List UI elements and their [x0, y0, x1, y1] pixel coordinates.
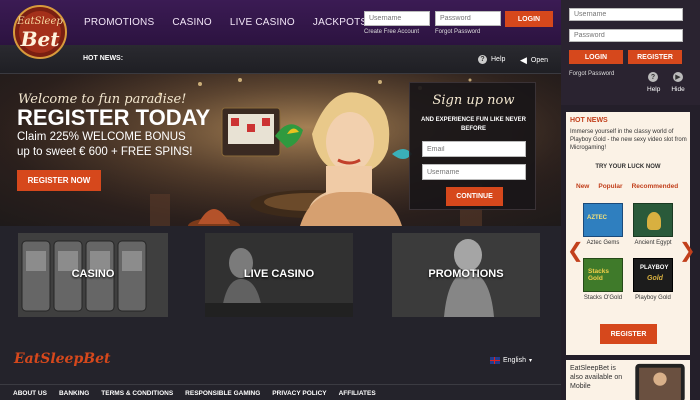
mobile-promo: EatSleepBet is also available on Mobile	[566, 360, 690, 400]
nav-casino[interactable]: CASINO	[172, 17, 212, 28]
language-label: English	[503, 357, 526, 364]
game-playboy-gold-art-2: Gold	[647, 275, 663, 282]
casino-tile[interactable]: CASINO	[18, 233, 168, 317]
language-selector[interactable]: English ▾	[490, 357, 532, 364]
mobile-promo-text: EatSleepBet is also available on Mobile	[570, 365, 623, 390]
nav-jackpots[interactable]: JACKPOTS	[313, 17, 367, 28]
tab-popular[interactable]: Popular	[598, 183, 622, 190]
open-label: Open	[530, 57, 549, 64]
casino-tile-label: CASINO	[71, 268, 115, 280]
sidebar-news-text: Immerse yourself in the classy world of …	[570, 129, 687, 151]
header-password-input[interactable]	[435, 11, 501, 26]
sidebar-register-button[interactable]: REGISTER	[628, 50, 682, 64]
svg-text:Bet: Bet	[20, 27, 61, 51]
footer-links: ABOUT US BANKING TERMS & CONDITIONS RESP…	[13, 390, 388, 397]
sidebar-hide-label: Hide	[671, 86, 685, 93]
footer-link-about[interactable]: ABOUT US	[13, 390, 47, 397]
signup-continue-button[interactable]: CONTINUE	[446, 187, 503, 206]
footer-link-responsible-gaming[interactable]: RESPONSIBLE GAMING	[185, 390, 260, 397]
hot-news-label: HOT NEWS:	[83, 55, 124, 62]
promotions-tile-label: PROMOTIONS	[428, 268, 504, 280]
game-ancient-egypt-art	[647, 212, 661, 230]
tab-recommended[interactable]: Recommended	[632, 183, 679, 190]
game-ancient-egypt-thumb[interactable]	[633, 203, 673, 237]
help-icon: ?	[478, 55, 487, 64]
register-now-button[interactable]: REGISTER NOW	[17, 170, 101, 191]
tab-new[interactable]: New	[576, 183, 589, 190]
sidebar-register-cta[interactable]: REGISTER	[600, 324, 657, 344]
signup-title: Sign up now	[432, 93, 515, 108]
hero-bonus-line1: Claim 225% WELCOME BONUS	[17, 131, 186, 143]
help-label: Help	[491, 56, 506, 63]
header-login-button[interactable]: LOGIN	[505, 11, 553, 27]
signup-email-input[interactable]	[422, 141, 526, 157]
footer-link-banking[interactable]: BANKING	[59, 390, 89, 397]
try-luck-heading: TRY YOUR LUCK NOW	[595, 164, 661, 170]
carousel-next-icon[interactable]: ❯	[679, 238, 696, 263]
game-ancient-egypt-label[interactable]: Ancient Egypt	[627, 240, 679, 246]
game-playboy-gold-thumb[interactable]: PLAYBOY Gold	[633, 258, 673, 292]
footer-link-privacy[interactable]: PRIVACY POLICY	[272, 390, 326, 397]
open-toggle[interactable]: ◀ Open	[520, 55, 548, 66]
eatsleepbet-logo[interactable]: EatSleep Bet	[4, 2, 76, 62]
live-casino-tile-label: LIVE CASINO	[243, 268, 315, 280]
sidebar-hide[interactable]: ▶ Hide	[671, 72, 685, 93]
promotions-tile[interactable]: PROMOTIONS	[392, 233, 540, 317]
sidebar-password-input[interactable]	[569, 29, 683, 42]
game-stacks-o-gold-label[interactable]: Stacks O'Gold	[577, 295, 629, 301]
game-aztec-gems-thumb[interactable]: AZTEC	[583, 203, 623, 237]
hero-title: REGISTER TODAY	[17, 105, 211, 130]
chevron-down-icon: ▾	[528, 358, 532, 364]
sidebar-login-button[interactable]: LOGIN	[569, 50, 623, 64]
nav-live-casino[interactable]: LIVE CASINO	[230, 17, 295, 28]
live-casino-tile[interactable]: LIVE CASINO	[205, 233, 353, 317]
sidebar-username-input[interactable]	[569, 8, 683, 21]
sidebar-news-title: HOT NEWS	[570, 117, 608, 124]
main-column: PROMOTIONS CASINO LIVE CASINO JACKPOTS B…	[0, 0, 561, 400]
game-aztec-gems-label[interactable]: Aztec Gems	[577, 240, 629, 246]
game-stacks-o-gold-art: Stacks Gold	[588, 268, 609, 282]
hero-bonus-line2: up to sweet € 600 + FREE SPINS!	[17, 146, 193, 158]
game-playboy-gold-art: PLAYBOY	[640, 265, 669, 271]
header-username-input[interactable]	[364, 11, 430, 26]
top-bar: PROMOTIONS CASINO LIVE CASINO JACKPOTS B…	[0, 0, 561, 45]
nav-promotions[interactable]: PROMOTIONS	[84, 17, 154, 28]
game-tabs: New Popular Recommended	[576, 183, 687, 190]
footer-logo[interactable]: EatSleepBet	[14, 351, 110, 367]
create-account-link[interactable]: Create Free Account	[364, 29, 419, 35]
forgot-password-link[interactable]: Forgot Password	[435, 29, 480, 35]
svg-text:EatSleep: EatSleep	[16, 16, 63, 27]
sidebar-forgot-password-link[interactable]: Forgot Password	[569, 71, 614, 77]
game-aztec-gems-art: AZTEC	[587, 215, 607, 221]
footer-divider	[0, 384, 561, 385]
sidebar-news-panel: HOT NEWS Immerse yourself in the classy …	[566, 112, 696, 355]
mobile-phone-icon[interactable]	[632, 362, 688, 400]
help-icon: ?	[648, 72, 658, 82]
news-bar: HOT NEWS: ? Help ◀ Open	[0, 45, 561, 74]
uk-flag-icon	[490, 357, 500, 364]
open-arrow-icon: ◀	[520, 55, 527, 65]
sidebar-help[interactable]: ? Help	[647, 72, 661, 93]
signup-panel: Sign up now AND EXPERIENCE FUN LIKE NEVE…	[409, 82, 536, 210]
hide-arrow-icon: ▶	[673, 72, 683, 82]
signup-subtitle: AND EXPERIENCE FUN LIKE NEVER BEFORE	[420, 117, 526, 132]
game-stacks-o-gold-thumb[interactable]: Stacks Gold	[583, 258, 623, 292]
signup-username-input[interactable]	[422, 164, 526, 180]
footer-link-affiliates[interactable]: AFFILIATES	[339, 390, 376, 397]
help-toggle[interactable]: ? Help	[478, 55, 505, 64]
game-playboy-gold-label[interactable]: Playboy Gold	[627, 295, 679, 301]
sidebar-help-label: Help	[647, 86, 661, 93]
sidebar-login-panel: LOGIN REGISTER Forgot Password ? Help ▶ …	[561, 0, 700, 105]
footer-link-terms[interactable]: TERMS & CONDITIONS	[101, 390, 173, 397]
